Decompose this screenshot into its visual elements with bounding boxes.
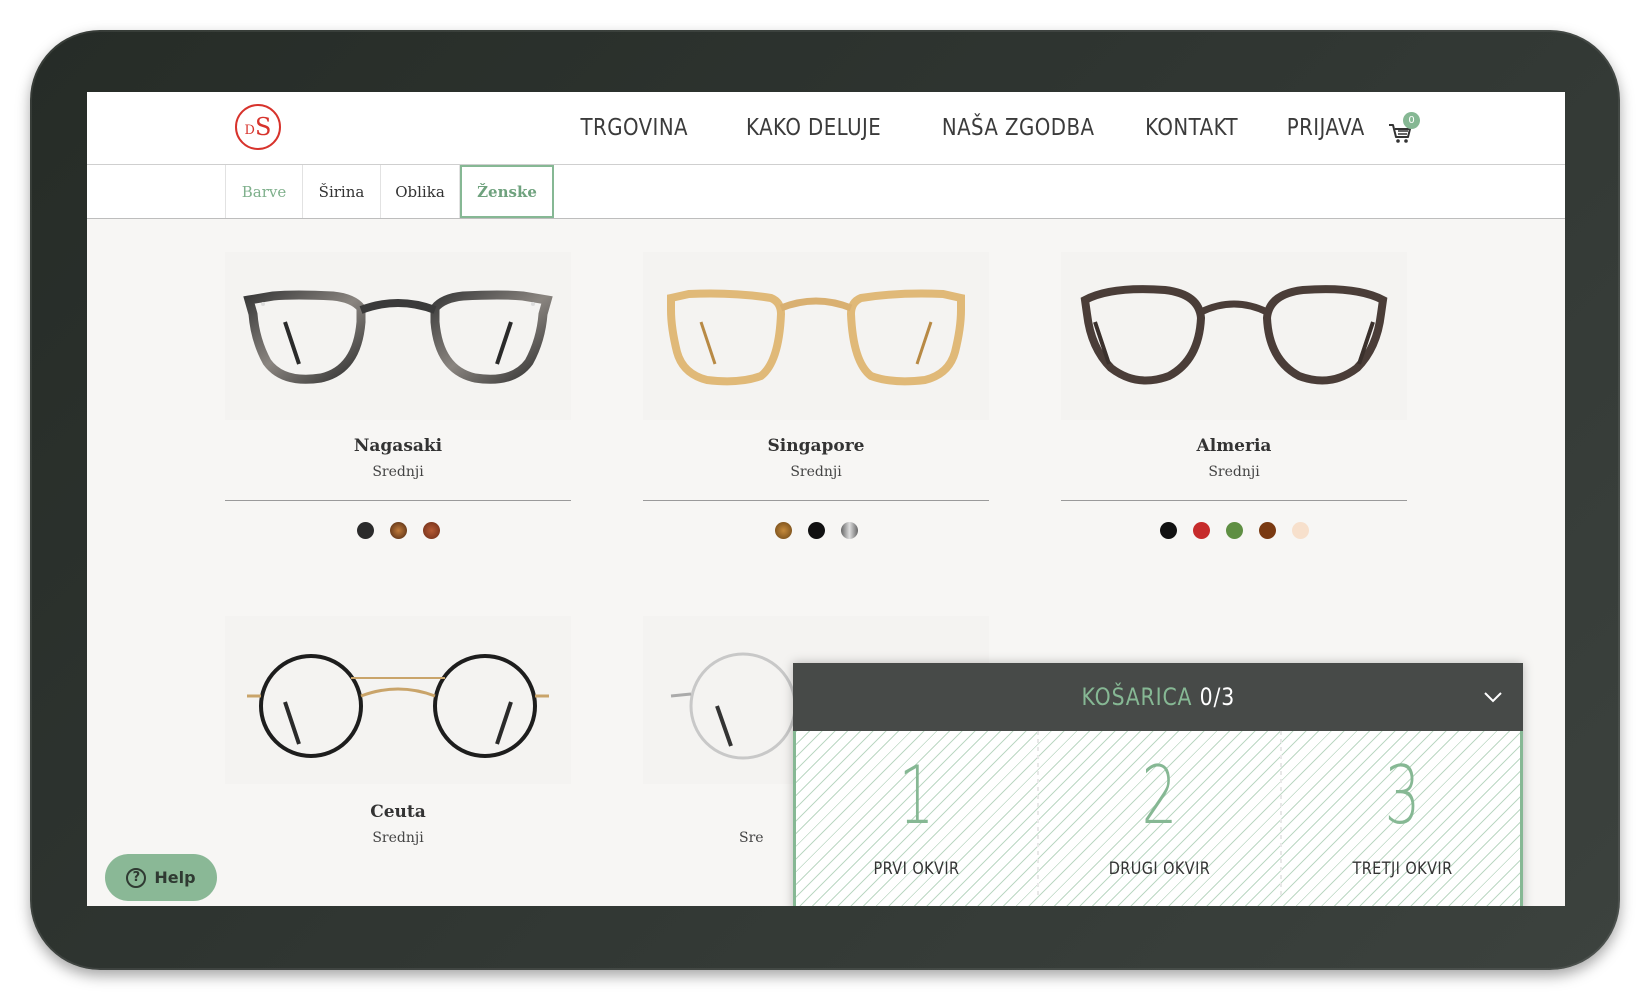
cart-slot-1[interactable]: 1 PRVI OKVIR — [796, 731, 1037, 896]
color-swatch[interactable] — [356, 522, 374, 539]
cart-slot-2[interactable]: 2 DRUGI OKVIR — [1039, 731, 1280, 896]
nav-item-nasa-zgodba[interactable]: NAŠA ZGODBA — [942, 115, 1095, 141]
nav-item-trgovina[interactable]: TRGOVINA — [580, 115, 688, 141]
color-swatch[interactable] — [774, 522, 792, 539]
chevron-down-icon[interactable] — [1481, 685, 1505, 709]
cart-slots: 1 PRVI OKVIR 2 DRUGI OKVIR 3 TRETJI OKVI… — [793, 731, 1523, 906]
question-icon: ? — [126, 867, 147, 888]
nav-item-prijava[interactable]: PRIJAVA — [1287, 115, 1365, 141]
color-swatch[interactable] — [1159, 522, 1177, 539]
divider — [643, 500, 989, 501]
cart-count-badge: 0 — [1403, 112, 1420, 129]
product-name[interactable]: Almeria — [1061, 436, 1407, 456]
glasses-image — [1080, 285, 1388, 385]
product-image[interactable] — [225, 616, 571, 784]
product-width: Srednji — [790, 464, 842, 480]
color-swatches — [1061, 522, 1407, 539]
filter-bar: Barve Širina Oblika Ženske — [87, 165, 1565, 219]
product-width: Srednji — [1208, 464, 1260, 480]
cart-panel-title: KOŠARICA 0/3 — [1081, 683, 1235, 711]
product-name[interactable]: Singapore — [643, 436, 989, 456]
glasses-image — [243, 290, 553, 384]
divider — [1061, 500, 1407, 501]
filter-tab-oblika[interactable]: Oblika — [380, 165, 460, 218]
nav-item-kako-deluje[interactable]: KAKO DELUJE — [746, 115, 881, 141]
product-name[interactable]: Nagasaki — [225, 436, 571, 456]
site-header: DS TRGOVINA KAKO DELUJE NAŠA ZGODBA KONT… — [87, 92, 1565, 165]
product-image[interactable] — [643, 252, 989, 420]
filter-tab-barve[interactable]: Barve — [225, 165, 302, 218]
cart-panel-header[interactable]: KOŠARICA 0/3 — [793, 663, 1523, 731]
help-button[interactable]: ? Help — [105, 854, 217, 901]
main-nav: TRGOVINA KAKO DELUJE NAŠA ZGODBA KONTAKT… — [527, 92, 1365, 164]
cart-panel: KOŠARICA 0/3 1 PRVI OKVIR 2 DRUGI OKVIR … — [793, 663, 1523, 906]
cart-button[interactable]: 0 — [1387, 112, 1427, 150]
color-swatch[interactable] — [1225, 522, 1243, 539]
color-swatch[interactable] — [840, 522, 858, 539]
filter-tab-sirina[interactable]: Širina — [302, 165, 380, 218]
product-image[interactable] — [225, 252, 571, 420]
nav-item-kontakt[interactable]: KONTAKT — [1145, 115, 1238, 141]
color-swatch[interactable] — [807, 522, 825, 539]
glasses-image — [667, 289, 965, 386]
product-image[interactable] — [1061, 252, 1407, 420]
cart-slot-3[interactable]: 3 TRETJI OKVIR — [1282, 731, 1523, 896]
color-swatch[interactable] — [389, 522, 407, 539]
color-swatch[interactable] — [1258, 522, 1276, 539]
cart-panel-count: 0/3 — [1199, 683, 1235, 711]
color-swatch[interactable] — [1192, 522, 1210, 539]
brand-logo[interactable]: DS — [235, 104, 281, 150]
glasses-image — [247, 654, 549, 758]
color-swatch[interactable] — [422, 522, 440, 539]
color-swatch[interactable] — [1291, 522, 1309, 539]
product-name[interactable]: Ceuta — [225, 802, 571, 822]
divider — [225, 500, 571, 501]
product-width: Srednji — [372, 464, 424, 480]
web-page: DS TRGOVINA KAKO DELUJE NAŠA ZGODBA KONT… — [87, 92, 1565, 906]
product-width: Srednji — [372, 830, 424, 846]
filter-tab-zenske[interactable]: Ženske — [460, 165, 554, 218]
color-swatches — [225, 522, 571, 539]
color-swatches — [643, 522, 989, 539]
